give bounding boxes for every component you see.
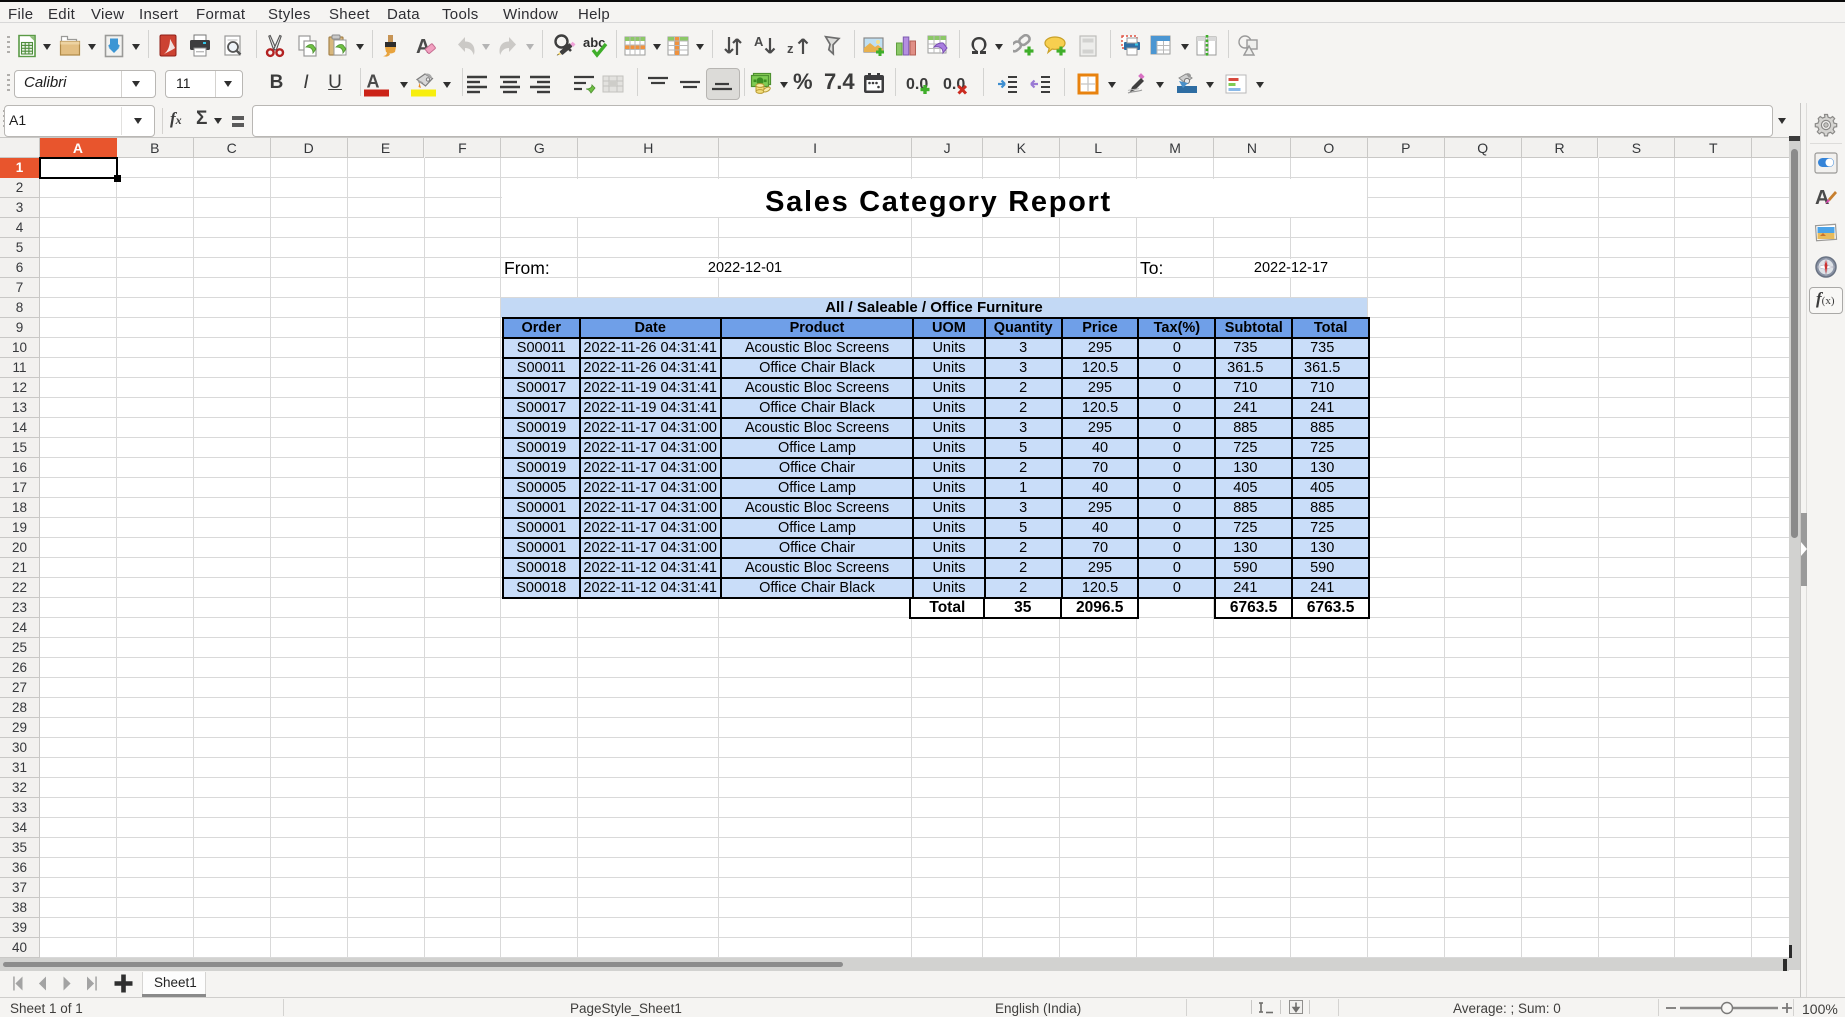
svg-text:A: A: [1815, 187, 1829, 209]
svg-text:A: A: [754, 34, 764, 49]
svg-text:A: A: [367, 72, 380, 92]
svg-text:z: z: [787, 41, 794, 56]
